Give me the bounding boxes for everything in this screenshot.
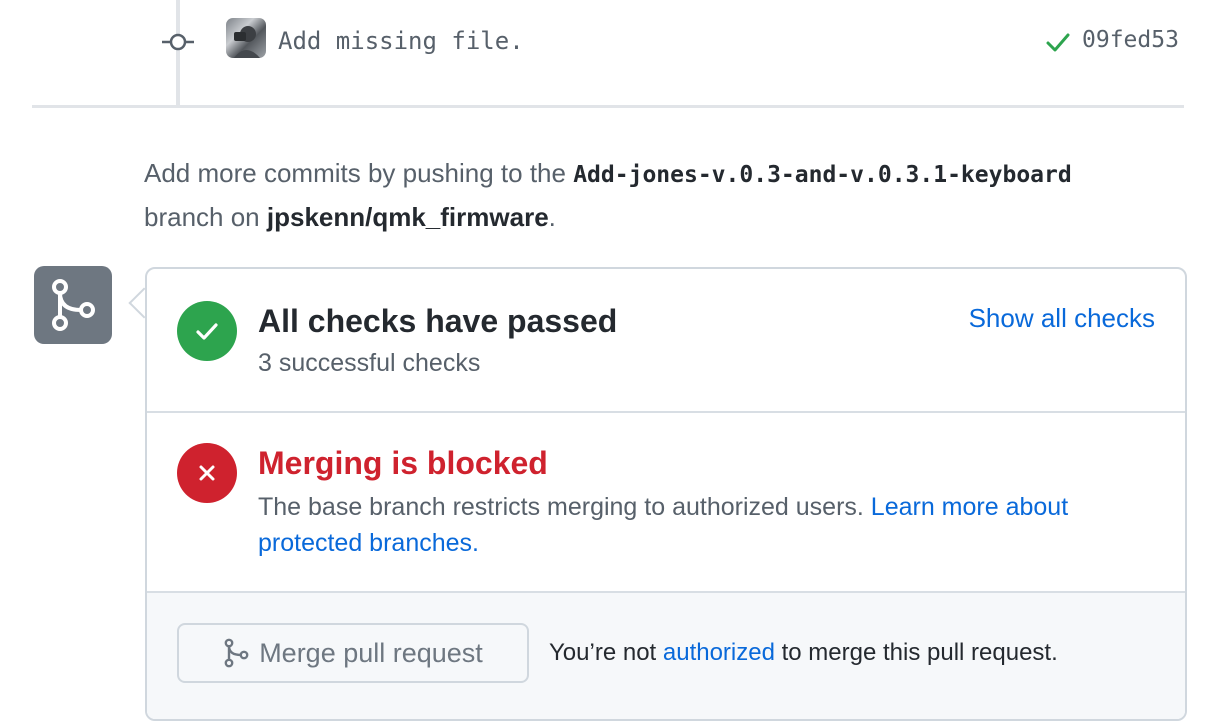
merge-pull-request-button[interactable]: Merge pull request (177, 623, 529, 683)
checks-title: All checks have passed (258, 303, 618, 339)
git-merge-icon (224, 638, 249, 668)
authorization-note: You’re not authorized to merge this pull… (549, 639, 1058, 667)
commit-message[interactable]: Add missing file. (278, 27, 524, 55)
hint-suffix: . (548, 202, 556, 232)
x-icon (177, 443, 237, 503)
hint-prefix: Add more commits by pushing to the (144, 158, 574, 188)
avatar[interactable] (226, 18, 266, 58)
divider (32, 105, 1184, 108)
merge-box: All checks have passed 3 successful chec… (145, 267, 1187, 721)
blocked-section: Merging is blocked The base branch restr… (147, 413, 1185, 593)
check-icon (177, 301, 237, 361)
merge-action-section: Merge pull request You’re not authorized… (147, 593, 1185, 719)
merge-button-label: Merge pull request (259, 637, 483, 668)
commit-sha[interactable]: 09fed53 (1082, 27, 1179, 53)
show-all-checks-link[interactable]: Show all checks (969, 303, 1155, 334)
branch-name: Add-jones-v.0.3-and-v.0.3.1-keyboard (573, 162, 1072, 188)
push-hint: Add more commits by pushing to the Add-j… (144, 152, 1194, 238)
blocked-text: The base branch restricts merging to aut… (258, 493, 871, 521)
note-suffix: to merge this pull request. (774, 639, 1058, 666)
repo-name: jpskenn/qmk_firmware (266, 202, 549, 232)
checks-section: All checks have passed 3 successful chec… (147, 269, 1185, 413)
git-merge-icon (34, 266, 112, 344)
git-commit-icon (162, 33, 194, 51)
authorized-link[interactable]: authorized (663, 639, 775, 666)
note-prefix: You’re not (549, 639, 663, 666)
blocked-description: The base branch restricts merging to aut… (258, 489, 1158, 561)
blocked-title: Merging is blocked (258, 445, 548, 481)
hint-middle: branch on (144, 202, 267, 232)
check-icon[interactable] (1044, 28, 1072, 56)
checks-subtitle: 3 successful checks (258, 349, 481, 377)
